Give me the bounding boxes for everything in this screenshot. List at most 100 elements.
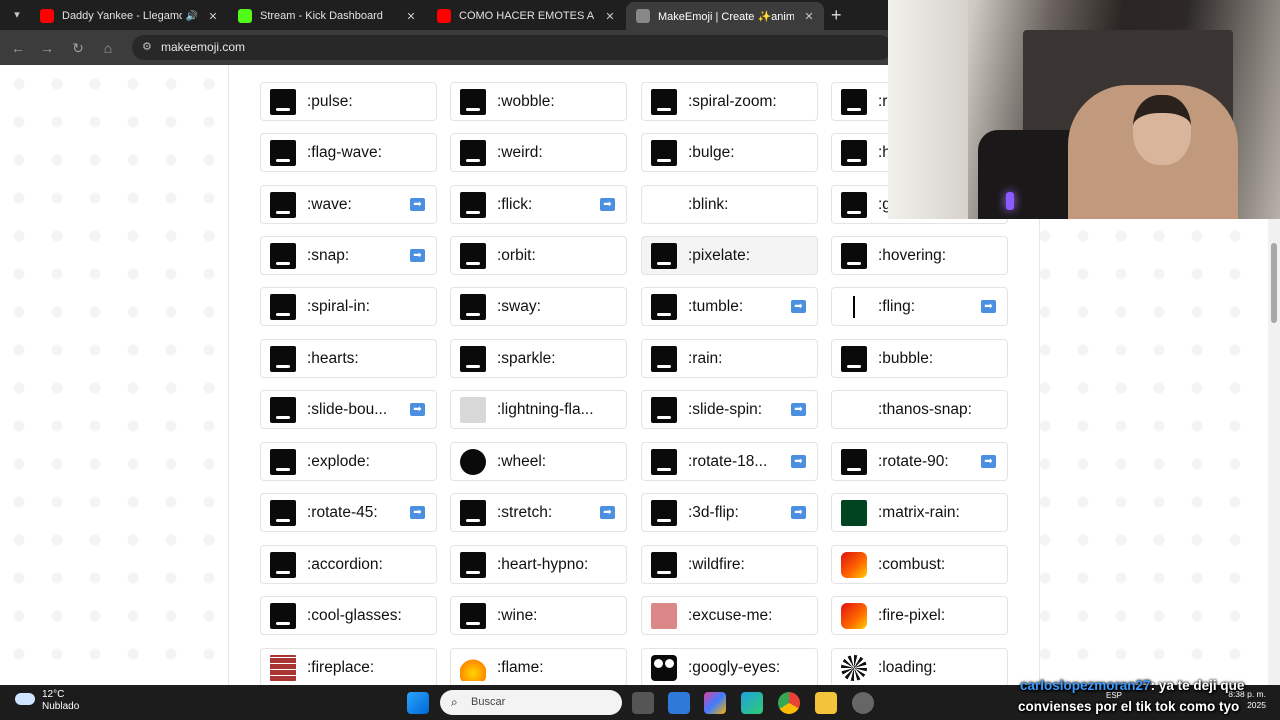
home-icon[interactable]: ⌂ [98, 38, 118, 58]
emote-preview [270, 139, 296, 166]
browser-tab[interactable]: MakeEmoji | Create ✨animate ✕ [626, 2, 824, 30]
emote-card[interactable]: :matrix-rain: [831, 493, 1008, 532]
emote-card[interactable]: :rotate-18... ➡ [641, 442, 818, 481]
edge-icon[interactable] [741, 692, 763, 714]
close-tab-icon[interactable]: ✕ [802, 10, 816, 23]
emote-card[interactable]: :lightning-fla... [450, 390, 627, 429]
emote-name: :explode: [307, 452, 370, 470]
emote-card[interactable]: :hovering: [831, 236, 1008, 275]
emote-preview [651, 499, 677, 526]
taskbar-search[interactable]: ⌕ Buscar [440, 690, 622, 715]
arrow-right-icon: ➡ [410, 249, 425, 262]
tab-title: Daddy Yankee - Llegamos a [62, 10, 182, 22]
copilot-icon[interactable] [704, 692, 726, 714]
emote-card[interactable]: :rotate-90: ➡ [831, 442, 1008, 481]
store-icon[interactable] [668, 692, 690, 714]
browser-tab[interactable]: CÓMO HACER EMOTES ANIMA ✕ [427, 2, 625, 30]
emote-name: :thanos-snap: [878, 400, 972, 418]
emote-card[interactable]: :pixelate: [641, 236, 818, 275]
emote-name: :rotate-18... [688, 452, 768, 470]
emote-card[interactable]: :wildfire: [641, 545, 818, 584]
emote-card[interactable]: :thanos-snap: [831, 390, 1008, 429]
emote-card[interactable]: :excuse-me: [641, 596, 818, 635]
address-bar[interactable]: ⚙ makeemoji.com [132, 35, 892, 60]
emote-preview [651, 192, 677, 218]
emote-card[interactable]: :flag-wave: [260, 133, 437, 172]
emote-card[interactable]: :loading: [831, 648, 1008, 685]
browser-tab[interactable]: Daddy Yankee - Llegamos a 🔊 ✕ [30, 2, 228, 30]
emote-card[interactable]: :combust: [831, 545, 1008, 584]
emote-card[interactable]: :pulse: [260, 82, 437, 121]
emote-name: :hearts: [307, 349, 359, 367]
emote-card[interactable]: :hearts: [260, 339, 437, 378]
youtube-icon [40, 9, 54, 23]
emote-card[interactable]: :flick: ➡ [450, 185, 627, 224]
reload-icon[interactable]: ↻ [68, 38, 88, 58]
forward-icon[interactable]: → [37, 38, 57, 58]
tab-search-icon[interactable]: ▾ [8, 6, 26, 24]
emote-preview [651, 602, 677, 629]
emote-card[interactable]: :blink: [641, 185, 818, 224]
settings-icon[interactable] [852, 692, 874, 714]
emote-card[interactable]: :sparkle: [450, 339, 627, 378]
emote-card[interactable]: :spiral-zoom: [641, 82, 818, 121]
emote-name: :snap: [307, 246, 350, 264]
emote-card[interactable]: :spiral-in: [260, 287, 437, 326]
emote-card[interactable]: :rotate-45: ➡ [260, 493, 437, 532]
emote-preview [651, 88, 677, 115]
emote-card[interactable]: :bubble: [831, 339, 1008, 378]
emote-card[interactable]: :stretch: ➡ [450, 493, 627, 532]
emote-card[interactable]: :weird: [450, 133, 627, 172]
chat-overlay-line1: carloslopezmoran27: ya te deji que [1020, 678, 1244, 693]
emote-name: :fire-pixel: [878, 606, 946, 624]
emote-preview [841, 397, 867, 423]
emote-card[interactable]: :bulge: [641, 133, 818, 172]
windows-start-icon[interactable] [407, 692, 429, 714]
emote-card[interactable]: :slide-bou... ➡ [260, 390, 437, 429]
file-explorer-icon[interactable] [815, 692, 837, 714]
emote-card[interactable]: :heart-hypno: [450, 545, 627, 584]
emote-preview [460, 499, 486, 526]
emote-card[interactable]: :explode: [260, 442, 437, 481]
new-tab-button[interactable]: + [831, 5, 842, 25]
emote-preview [651, 448, 677, 475]
browser-tab[interactable]: Stream - Kick Dashboard ✕ [228, 2, 426, 30]
url-text: makeemoji.com [161, 40, 246, 54]
emote-preview [460, 345, 486, 372]
scroll-thumb[interactable] [1271, 243, 1277, 323]
emote-name: :flick: [497, 195, 533, 213]
speaker-icon[interactable]: 🔊 [186, 11, 198, 22]
site-info-icon[interactable]: ⚙ [142, 35, 152, 60]
close-tab-icon[interactable]: ✕ [603, 10, 617, 23]
emote-preview [651, 139, 677, 166]
webcam-curtain [888, 0, 968, 219]
emote-card[interactable]: :accordion: [260, 545, 437, 584]
emote-preview [460, 654, 486, 681]
emote-card[interactable]: :orbit: [450, 236, 627, 275]
emote-preview [460, 448, 486, 475]
emote-card[interactable]: :fire-pixel: [831, 596, 1008, 635]
emote-card[interactable]: :wobble: [450, 82, 627, 121]
emote-card[interactable]: :slide-spin: ➡ [641, 390, 818, 429]
emote-card[interactable]: :snap: ➡ [260, 236, 437, 275]
task-view-icon[interactable] [632, 692, 654, 714]
chrome-icon[interactable] [778, 692, 800, 714]
emote-card[interactable]: :fireplace: [260, 648, 437, 685]
emote-card[interactable]: :rain: [641, 339, 818, 378]
close-tab-icon[interactable]: ✕ [404, 10, 418, 23]
youtube-icon [437, 9, 451, 23]
emote-card[interactable]: :sway: [450, 287, 627, 326]
emote-card[interactable]: :fling: ➡ [831, 287, 1008, 326]
emote-card[interactable]: :wave: ➡ [260, 185, 437, 224]
emote-name: :pulse: [307, 92, 353, 110]
emote-card[interactable]: :tumble: ➡ [641, 287, 818, 326]
emote-card[interactable]: :googly-eyes: [641, 648, 818, 685]
emote-card[interactable]: :flame: [450, 648, 627, 685]
back-icon[interactable]: ← [8, 38, 28, 58]
emote-card[interactable]: :wine: [450, 596, 627, 635]
emote-card[interactable]: :3d-flip: ➡ [641, 493, 818, 532]
close-tab-icon[interactable]: ✕ [206, 10, 220, 23]
arrow-right-icon: ➡ [791, 300, 806, 313]
emote-card[interactable]: :wheel: [450, 442, 627, 481]
emote-card[interactable]: :cool-glasses: [260, 596, 437, 635]
